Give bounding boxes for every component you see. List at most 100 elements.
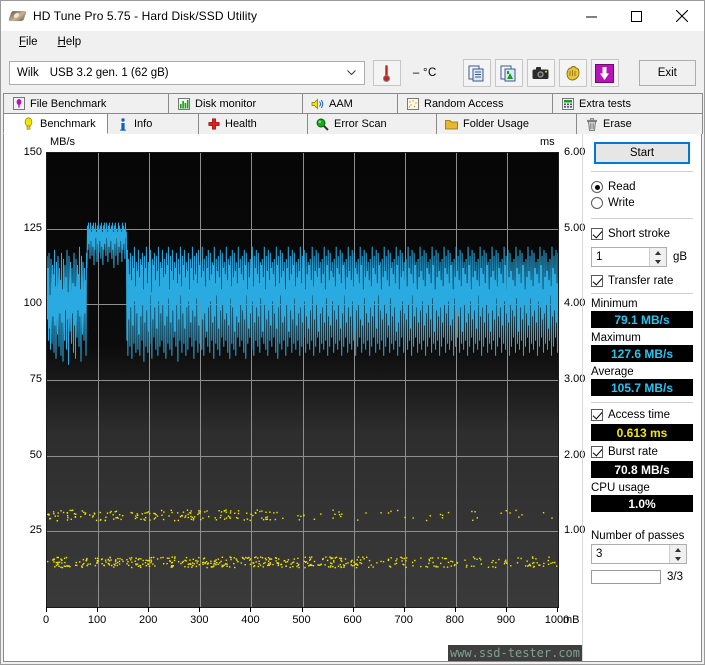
hdtune-window: HD Tune Pro 5.75 - Hard Disk/SSD Utility… <box>0 0 705 665</box>
access-time-checkbox[interactable]: Access time <box>591 407 693 423</box>
tab-folder-usage[interactable]: Folder Usage <box>436 113 577 134</box>
passes-stepper[interactable]: 3 <box>591 544 693 564</box>
tab-label: Erase <box>603 118 632 130</box>
x-tick-label: 300 <box>190 614 209 626</box>
close-button[interactable] <box>659 1 704 31</box>
radio-write-icon <box>591 197 603 209</box>
camera-icon[interactable] <box>526 59 555 87</box>
chevron-down-icon <box>347 70 356 75</box>
average-value: 105.7 MB/s <box>591 379 693 396</box>
short-stroke-label: Short stroke <box>608 228 670 240</box>
file-benchmark-icon <box>12 97 25 110</box>
tab-health[interactable]: Health <box>198 113 308 134</box>
tab-row-top: File Benchmark Disk monitor AAM Random A… <box>3 93 703 114</box>
maximize-button[interactable] <box>614 1 659 31</box>
cpu-usage-value: 1.0% <box>591 495 693 512</box>
start-button[interactable]: Start <box>594 142 690 164</box>
minimize-button[interactable] <box>569 1 614 31</box>
tab-random-access[interactable]: Random Access <box>397 93 553 114</box>
radio-write-label: Write <box>608 197 635 209</box>
benchmark-panel: MB/s ms mB www.ssd-tester.com 25 50 75 100 1… <box>3 134 702 662</box>
tab-erase[interactable]: Erase <box>576 113 703 134</box>
progress-bar <box>591 570 661 584</box>
thermometer-icon <box>383 64 391 82</box>
stepper-arrows[interactable] <box>669 545 686 563</box>
menu-file[interactable]: File <box>9 34 48 50</box>
tab-label: Folder Usage <box>463 118 530 130</box>
maximum-label: Maximum <box>591 332 641 344</box>
radio-read[interactable]: Read <box>591 179 693 195</box>
y-tick-label: 25 <box>29 524 42 537</box>
copy-green-icon[interactable] <box>494 59 523 87</box>
passes-value: 3 <box>596 548 603 560</box>
transfer-rate-checkbox[interactable]: Transfer rate <box>591 273 693 289</box>
tab-benchmark[interactable]: Benchmark <box>3 113 108 134</box>
tab-label: Health <box>225 118 257 130</box>
plot-area <box>46 152 559 608</box>
results-panel: Start Read Write Short stroke 1 gB Trans… <box>582 134 701 661</box>
x-tick-label: 1000 <box>544 614 570 626</box>
burst-rate-checkbox[interactable]: Burst rate <box>591 444 693 460</box>
y-tick-label: 50 <box>29 448 42 461</box>
y-tick-label: 150 <box>23 146 42 158</box>
window-title: HD Tune Pro 5.75 - Hard Disk/SSD Utility <box>33 9 258 23</box>
drive-name: Wilk <box>17 67 39 79</box>
y-axis-unit: MB/s <box>50 136 76 148</box>
passes-label: Number of passes <box>591 530 685 542</box>
tab-info[interactable]: Info <box>107 113 199 134</box>
radio-read-icon <box>591 181 603 193</box>
burst-rate-label: Burst rate <box>608 446 658 458</box>
short-stroke-unit: gB <box>673 251 688 263</box>
temperature-box <box>373 60 401 86</box>
copy-icon[interactable] <box>462 59 491 87</box>
tab-row-bottom: Benchmark Info Health Error Scan Folder … <box>3 113 703 134</box>
tab-aam[interactable]: AAM <box>302 93 398 114</box>
y-tick-label: 100 <box>23 297 42 310</box>
radio-write[interactable]: Write <box>591 195 693 211</box>
app-icon <box>8 8 27 24</box>
download-icon[interactable] <box>590 59 619 87</box>
y2-axis-unit: ms <box>540 136 555 148</box>
erase-icon <box>585 117 598 131</box>
y-tick-label: 125 <box>23 221 42 234</box>
short-stroke-stepper[interactable]: 1 gB <box>591 247 693 267</box>
access-time-label: Access time <box>608 409 670 421</box>
short-stroke-checkbox[interactable]: Short stroke <box>591 226 693 242</box>
exit-button[interactable]: Exit <box>638 60 696 86</box>
random-access-icon <box>406 97 419 110</box>
tab-label: Extra tests <box>579 97 631 110</box>
drive-toolbar: Wilk USB 3.2 gen. 1 (62 gB) – °C Exit <box>1 53 704 93</box>
tab-file-benchmark[interactable]: File Benchmark <box>3 93 169 114</box>
tab-label: Random Access <box>424 97 504 110</box>
tab-strip: File Benchmark Disk monitor AAM Random A… <box>1 93 704 134</box>
x-tick-label: 0 <box>42 614 50 626</box>
tab-error-scan[interactable]: Error Scan <box>307 113 437 134</box>
x-tick-label: 600 <box>343 614 362 626</box>
access-time-dots <box>47 509 558 569</box>
tab-label: File Benchmark <box>30 97 107 110</box>
window-controls <box>569 1 704 31</box>
tab-label: Disk monitor <box>195 97 257 110</box>
title-bar: HD Tune Pro 5.75 - Hard Disk/SSD Utility <box>1 1 704 31</box>
folder-usage-icon <box>445 118 458 131</box>
stepper-arrows[interactable] <box>649 248 666 266</box>
checkbox-icon <box>591 275 603 287</box>
average-label: Average <box>591 366 634 378</box>
tab-extra-tests[interactable]: Extra tests <box>552 93 703 114</box>
aam-icon <box>311 97 324 110</box>
tab-label: AAM <box>329 97 353 110</box>
menu-help[interactable]: Help <box>48 34 92 50</box>
checkbox-icon <box>591 228 603 240</box>
benchmark-icon <box>22 117 35 130</box>
disk-monitor-icon <box>177 97 190 110</box>
tab-disk-monitor[interactable]: Disk monitor <box>168 93 303 114</box>
y-tick-label: 75 <box>29 373 42 385</box>
toolbar-buttons <box>462 59 619 87</box>
benchmark-graph: MB/s ms mB www.ssd-tester.com 25 50 75 100 1… <box>4 134 585 661</box>
watermark: www.ssd-tester.com <box>447 645 582 661</box>
hand-icon[interactable] <box>558 59 587 87</box>
drive-select[interactable]: Wilk USB 3.2 gen. 1 (62 gB) <box>9 61 365 85</box>
x-tick-label: 200 <box>139 614 158 626</box>
radio-read-label: Read <box>608 181 636 193</box>
health-icon <box>207 118 220 131</box>
